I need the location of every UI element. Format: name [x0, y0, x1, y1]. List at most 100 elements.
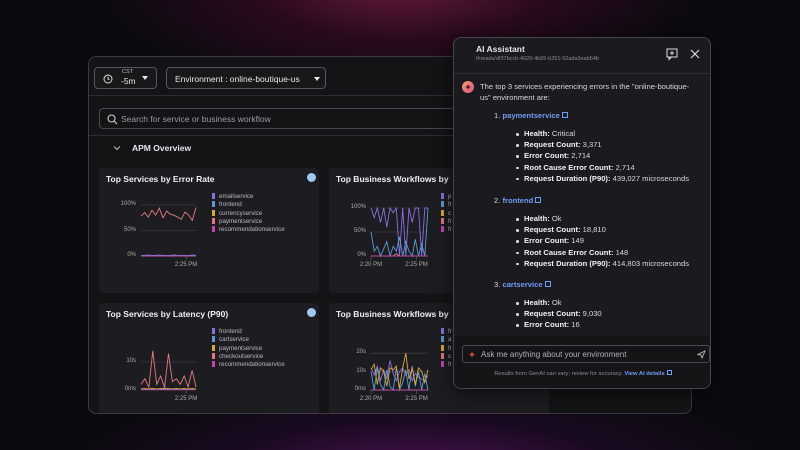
legend-item: a: [441, 336, 451, 344]
x-tick-label: 2:20 PM: [359, 396, 383, 402]
sparkle-icon: [468, 351, 476, 358]
legend-swatch: [441, 336, 444, 343]
chat-input-placeholder: Ask me anything about your environment: [481, 349, 627, 359]
y-tick-label: 10s: [126, 358, 136, 364]
external-link-icon: [666, 370, 672, 375]
view-ai-details-link[interactable]: View AI details: [624, 370, 672, 377]
bullet: [516, 302, 519, 305]
y-tick-label: 50%: [123, 226, 136, 233]
legend-label: frontend: [219, 201, 242, 209]
bullet: [516, 313, 519, 316]
y-tick-label: 0ms: [124, 386, 136, 392]
section-title: APM Overview: [132, 143, 192, 153]
legend-item: c: [441, 209, 452, 218]
legend-label: paymentservice: [219, 217, 263, 225]
field-value: 149: [571, 236, 584, 246]
legend-label: fr: [448, 328, 452, 335]
view-ai-details-label: View AI details: [624, 371, 665, 377]
legend-label: c: [448, 352, 452, 360]
series-line-paymentservice: [140, 206, 197, 222]
chat-input[interactable]: Ask me anything about your environment: [462, 345, 710, 363]
service-field: Error Count: 16: [524, 320, 580, 329]
field-label: Root Cause Error Count:: [524, 247, 614, 257]
bullet: [516, 144, 519, 147]
x-tick-label: 2:25 PM: [405, 262, 428, 268]
caret-down-icon: [142, 76, 148, 80]
service-link-cartservice[interactable]: cartservice: [502, 280, 542, 289]
y-tick-label: 100%: [350, 204, 366, 210]
legend-swatch: [441, 344, 444, 351]
service-number: 1.: [494, 111, 501, 120]
legend-label: c: [448, 209, 452, 217]
legend-swatch: [212, 361, 215, 368]
legend-swatch: [212, 226, 215, 233]
legend-item: fr: [441, 328, 452, 336]
service-field: Health: Ok: [524, 298, 562, 307]
message-intro-line2: us" environment are:: [480, 93, 550, 102]
legend-swatch: [441, 226, 444, 233]
external-link-icon: [561, 112, 568, 118]
clock-icon: [103, 74, 113, 84]
field-value: 18,810: [582, 225, 606, 235]
legend-label: recommendationservice: [219, 361, 285, 369]
legend-label: fr: [448, 226, 452, 234]
legend-label: currencyservice: [219, 209, 263, 217]
close-icon[interactable]: [690, 49, 700, 59]
search-icon: [107, 114, 118, 125]
time-range-value: -5m: [121, 76, 136, 86]
legend-swatch: [212, 344, 215, 351]
bullet: [516, 251, 519, 255]
x-tick-label: 2:25 PM: [174, 396, 198, 402]
bullet: [516, 177, 519, 181]
legend-swatch: [212, 193, 215, 199]
y-tick-label: 10s: [356, 367, 366, 374]
legend-label: fr: [448, 201, 452, 209]
y-tick-label: 100%: [120, 201, 136, 207]
divider: [454, 73, 710, 74]
time-range-picker[interactable]: CST -5m: [94, 67, 157, 89]
environment-selector[interactable]: Environment : online-boutique-us: [166, 67, 326, 89]
legend-item: emailservice: [212, 193, 253, 201]
field-value: 148: [615, 247, 629, 257]
legend-item: paymentservice: [212, 217, 263, 226]
service-link-frontend[interactable]: frontend: [502, 196, 533, 205]
series-line-checkoutservice: [140, 350, 197, 389]
bullet: [516, 240, 519, 243]
legend-swatch: [441, 209, 444, 216]
y-tick-label: 0%: [127, 252, 136, 258]
bullet: [516, 324, 519, 327]
field-value: 16: [571, 320, 580, 330]
x-tick-label: 2:20 PM: [359, 262, 383, 268]
message-intro-line1: The top 3 services experiencing errors i…: [480, 82, 690, 91]
field-value: 2,714: [571, 151, 591, 161]
legend-label: fr: [448, 217, 452, 225]
legend-swatch: [441, 193, 444, 199]
service-field: Error Count: 149: [524, 236, 584, 245]
send-icon[interactable]: [696, 350, 706, 360]
legend-swatch: [212, 336, 215, 343]
field-label: Request Duration (P90):: [524, 173, 611, 183]
field-label: Error Count:: [524, 320, 570, 330]
legend-item: fr: [441, 217, 452, 226]
legend-item: cartservice: [212, 336, 249, 344]
chat-footer: Ask me anything about your environment R…: [454, 336, 710, 388]
search-placeholder: Search for service or business workflow: [121, 114, 271, 124]
legend-item: fr: [441, 226, 452, 234]
new-thread-icon[interactable]: [666, 48, 678, 61]
x-tick-label: 2:25 PM: [174, 262, 198, 268]
chevron-down-icon[interactable]: [113, 145, 121, 151]
legend-label: emailservice: [219, 193, 254, 200]
service-link-paymentservice[interactable]: paymentservice: [502, 111, 559, 120]
legend-swatch: [441, 201, 444, 208]
service-field: Error Count: 2,714: [524, 151, 590, 160]
service-number: 2.: [494, 196, 501, 205]
series-line-fr: [370, 353, 429, 389]
bullet: [516, 155, 519, 158]
disclaimer: Results from GenAI can vary; review for …: [454, 370, 710, 377]
external-link-icon: [535, 197, 542, 203]
field-value: Ok: [551, 214, 562, 223]
legend-item: fr: [441, 201, 452, 209]
external-link-icon: [544, 281, 551, 287]
x-tick-label: 2:25 PM: [405, 396, 428, 402]
service-heading: 3. cartservice: [494, 280, 551, 289]
